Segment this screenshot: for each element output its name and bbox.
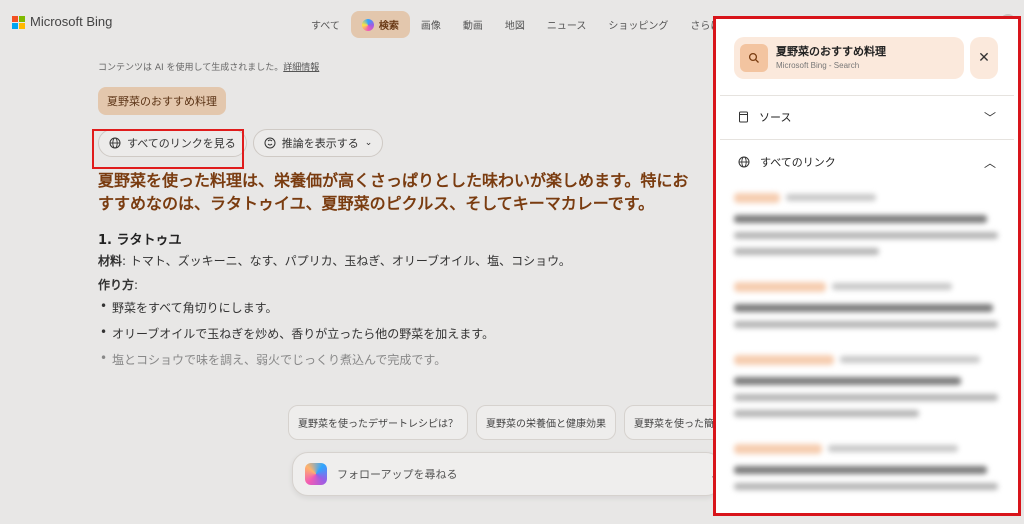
ai-note: コンテンツは AI を使用して生成されました。詳細情報 (98, 63, 320, 73)
list-item: 塩とコショウで味を調え、弱火でじっくり煮込んで完成です。 (98, 351, 698, 368)
section-title: 1. ラタトゥユ (98, 233, 182, 248)
links-panel: 夏野菜のおすすめ料理 Microsoft Bing - Search ✕ ソース… (713, 16, 1021, 516)
tab-shopping[interactable]: ショッピング (597, 11, 679, 38)
list-item[interactable] (734, 349, 998, 417)
divider (720, 95, 1014, 96)
search-card-title: 夏野菜のおすすめ料理 (776, 45, 886, 58)
close-panel-button[interactable]: ✕ (970, 37, 998, 79)
details-link[interactable]: 詳細情報 (283, 63, 319, 73)
brand-name: Microsoft Bing (30, 14, 113, 29)
list-item[interactable] (734, 438, 998, 490)
close-icon: ✕ (978, 50, 990, 66)
copilot-icon (305, 463, 327, 485)
bing-logo[interactable]: Microsoft Bing (12, 14, 112, 29)
blurred-links-list (734, 187, 998, 509)
nav-tabs: すべて 検索 画像 動画 地図 ニュース ショッピング さらに表示 (300, 11, 751, 38)
suggestion-chip[interactable]: 夏野菜を使った簡単サラ (624, 405, 718, 440)
suggestion-chip[interactable]: 夏野菜の栄養価と健康効果 (476, 405, 616, 440)
globe-icon (738, 156, 750, 168)
tab-all[interactable]: すべて (300, 11, 351, 38)
steps-list: 野菜をすべて角切りにします。 オリーブオイルで玉ねぎを炒め、香りが立ったら他の野… (98, 299, 698, 368)
followup-input[interactable]: フォローアップを尋ねる (292, 452, 722, 496)
query-chip: 夏野菜のおすすめ料理 (98, 87, 226, 115)
see-all-links-button[interactable]: すべてのリンクを見る (98, 129, 247, 157)
document-icon (739, 111, 748, 123)
tab-news[interactable]: ニュース (536, 11, 598, 38)
tab-search[interactable]: 検索 (350, 11, 410, 38)
links-panel-body: 夏野菜のおすすめ料理 Microsoft Bing - Search ✕ ソース… (720, 23, 1014, 509)
list-item: 野菜をすべて角切りにします。 (98, 299, 698, 316)
tab-maps[interactable]: 地図 (494, 11, 536, 38)
chevron-down-icon: ﹀ (983, 110, 996, 125)
globe-icon (109, 137, 121, 149)
microsoft-logo-icon (12, 15, 25, 29)
tab-search-label: 検索 (378, 21, 399, 32)
tab-images[interactable]: 画像 (410, 11, 452, 38)
action-buttons: すべてのリンクを見る 推論を表示する ⌄ (98, 129, 698, 157)
answer-area: コンテンツは AI を使用して生成されました。詳細情報 夏野菜のおすすめ料理 す… (98, 60, 698, 377)
suggestion-chips: 夏野菜を使ったデザートレシピは？ 夏野菜の栄養価と健康効果 夏野菜を使った簡単サ… (288, 405, 718, 440)
howto-label: 作り方: (98, 278, 139, 292)
suggestion-chip[interactable]: 夏野菜を使ったデザートレシピは？ (288, 405, 468, 440)
answer-summary: 夏野菜を使った料理は、栄養価が高くさっぱりとした味わいが楽しめます。特におすすめ… (98, 171, 689, 213)
brain-icon (264, 137, 276, 149)
list-item[interactable] (734, 276, 998, 328)
chevron-down-icon: ⌄ (364, 138, 373, 148)
search-card-subtitle: Microsoft Bing - Search (776, 61, 860, 70)
copilot-icon (361, 18, 374, 31)
materials-line: 材料: トマト、ズッキーニ、なす、パプリカ、玉ねぎ、オリーブオイル、塩、コショウ… (98, 254, 571, 268)
list-item[interactable] (734, 187, 998, 255)
all-links-row[interactable]: すべてのリンク ︿ (738, 152, 996, 172)
chevron-up-icon: ︿ (983, 155, 996, 170)
search-icon (740, 44, 768, 72)
divider (720, 139, 1014, 140)
tab-videos[interactable]: 動画 (452, 11, 494, 38)
sources-row[interactable]: ソース ﹀ (738, 107, 996, 127)
followup-placeholder: フォローアップを尋ねる (337, 468, 458, 481)
search-source-card[interactable]: 夏野菜のおすすめ料理 Microsoft Bing - Search (734, 37, 964, 79)
show-reasoning-button[interactable]: 推論を表示する ⌄ (252, 129, 384, 157)
list-item: オリーブオイルで玉ねぎを炒め、香りが立ったら他の野菜を加えます。 (98, 325, 698, 342)
